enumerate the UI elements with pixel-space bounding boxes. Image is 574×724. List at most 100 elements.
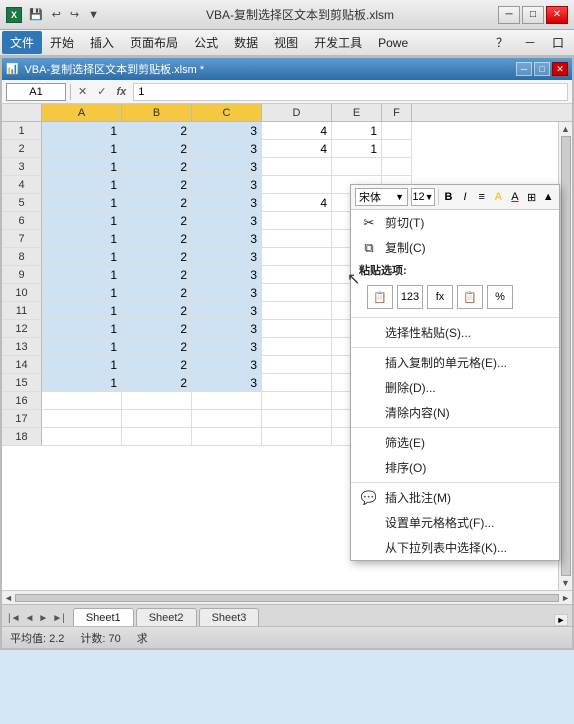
paste-opt-4[interactable]: 📋 (457, 285, 483, 309)
mini-italic-btn[interactable]: I (458, 188, 472, 206)
col-header-C[interactable]: C (192, 104, 262, 121)
table-cell[interactable] (382, 140, 412, 158)
col-header-B[interactable]: B (122, 104, 192, 121)
col-header-A[interactable]: A (42, 104, 122, 121)
sheet-nav-first[interactable]: |◄ (6, 611, 23, 626)
table-cell[interactable]: 1 (42, 194, 122, 212)
table-cell[interactable]: 2 (122, 158, 192, 176)
col-header-E[interactable]: E (332, 104, 382, 121)
formula-cancel-icon[interactable]: ✕ (75, 85, 90, 98)
table-cell[interactable]: 2 (122, 374, 192, 392)
inner-window-controls[interactable]: ─ □ ✕ (516, 62, 568, 76)
context-filter[interactable]: 筛选(E) (351, 430, 559, 455)
menu-power[interactable]: Powe (370, 33, 416, 53)
table-cell[interactable]: 3 (192, 194, 262, 212)
table-cell[interactable] (262, 356, 332, 374)
table-cell[interactable]: 2 (122, 176, 192, 194)
menu-file[interactable]: 文件 (2, 31, 42, 54)
table-cell[interactable] (122, 410, 192, 428)
table-cell[interactable]: 2 (122, 140, 192, 158)
paste-opt-5[interactable]: % (487, 285, 513, 309)
menu-max2[interactable]: 口 (544, 31, 572, 54)
table-cell[interactable]: 2 (122, 212, 192, 230)
vertical-scrollbar[interactable]: ▲ ▼ (558, 122, 572, 590)
table-cell[interactable] (382, 158, 412, 176)
table-cell[interactable]: 1 (42, 266, 122, 284)
table-cell[interactable]: 2 (122, 230, 192, 248)
window-controls[interactable]: ─ □ ✕ (498, 6, 568, 24)
scroll-down-btn[interactable]: ▼ (561, 578, 570, 588)
table-cell[interactable] (262, 284, 332, 302)
paste-opt-2[interactable]: 123 (397, 285, 423, 309)
table-cell[interactable] (262, 410, 332, 428)
table-cell[interactable]: 1 (42, 176, 122, 194)
table-cell[interactable] (332, 158, 382, 176)
table-cell[interactable]: 4 (262, 140, 332, 158)
table-cell[interactable] (192, 410, 262, 428)
table-cell[interactable]: 3 (192, 248, 262, 266)
table-cell[interactable]: 4 (262, 194, 332, 212)
table-cell[interactable]: 1 (42, 374, 122, 392)
tab-sheet1[interactable]: Sheet1 (73, 608, 134, 626)
inner-maximize-btn[interactable]: □ (534, 62, 550, 76)
formula-confirm-icon[interactable]: ✓ (94, 85, 109, 98)
table-cell[interactable]: 1 (42, 302, 122, 320)
cell-reference[interactable]: A1 (6, 83, 66, 101)
menu-page-layout[interactable]: 页面布局 (122, 31, 186, 54)
table-cell[interactable]: 3 (192, 338, 262, 356)
table-cell[interactable]: 2 (122, 194, 192, 212)
table-cell[interactable]: 3 (192, 140, 262, 158)
table-cell[interactable]: 2 (122, 338, 192, 356)
mini-font-select[interactable]: 宋体 ▼ (355, 188, 408, 206)
table-cell[interactable] (262, 374, 332, 392)
table-cell[interactable]: 3 (192, 284, 262, 302)
maximize-btn[interactable]: □ (522, 6, 544, 24)
context-clear[interactable]: 清除内容(N) (351, 400, 559, 425)
table-cell[interactable] (262, 212, 332, 230)
size-dropdown-icon[interactable]: ▼ (425, 192, 434, 202)
mini-font-color-btn[interactable]: A (508, 188, 522, 206)
context-pick-list[interactable]: 从下拉列表中选择(K)... (351, 535, 559, 560)
table-cell[interactable]: 4 (262, 122, 332, 140)
inner-close-btn[interactable]: ✕ (552, 62, 568, 76)
table-cell[interactable]: 2 (122, 248, 192, 266)
table-cell[interactable]: 1 (332, 140, 382, 158)
menu-view[interactable]: 视图 (266, 31, 306, 54)
table-cell[interactable] (262, 392, 332, 410)
table-cell[interactable]: 1 (42, 122, 122, 140)
table-cell[interactable]: 3 (192, 230, 262, 248)
mini-fill-btn[interactable]: ▲ (541, 188, 555, 206)
table-cell[interactable]: 1 (42, 356, 122, 374)
context-selective-paste[interactable]: 选择性粘贴(S)... (351, 320, 559, 345)
save-btn[interactable]: 💾 (26, 7, 46, 22)
col-header-D[interactable]: D (262, 104, 332, 121)
table-cell[interactable]: 3 (192, 176, 262, 194)
undo-btn[interactable]: ↩ (49, 7, 64, 22)
menu-data[interactable]: 数据 (226, 31, 266, 54)
table-cell[interactable]: 1 (42, 284, 122, 302)
table-cell[interactable]: 3 (192, 374, 262, 392)
table-cell[interactable] (262, 338, 332, 356)
mini-align-btn[interactable]: ≡ (475, 188, 489, 206)
sheet-nav-next[interactable]: ► (36, 611, 50, 626)
formula-input[interactable]: 1 (133, 83, 568, 101)
table-cell[interactable]: 3 (192, 302, 262, 320)
sheet-nav-prev[interactable]: ◄ (23, 611, 37, 626)
table-cell[interactable]: 1 (42, 158, 122, 176)
menu-insert[interactable]: 插入 (82, 31, 122, 54)
table-cell[interactable] (262, 176, 332, 194)
scroll-thumb[interactable] (561, 136, 571, 576)
context-copy[interactable]: ⧉ 复制(C) (351, 235, 559, 260)
font-dropdown-icon[interactable]: ▼ (395, 192, 404, 202)
table-cell[interactable]: 3 (192, 212, 262, 230)
tab-scroll-right[interactable]: ► (554, 614, 568, 626)
scroll-right-btn[interactable]: ► (561, 593, 570, 603)
table-cell[interactable]: 1 (42, 248, 122, 266)
paste-opt-3[interactable]: fx (427, 285, 453, 309)
table-cell[interactable]: 2 (122, 302, 192, 320)
table-cell[interactable]: 1 (42, 230, 122, 248)
h-scroll-thumb[interactable] (15, 594, 559, 602)
formula-fx-icon[interactable]: fx (113, 86, 129, 98)
paste-opt-1[interactable]: 📋 (367, 285, 393, 309)
mini-bold-btn[interactable]: B (442, 188, 456, 206)
